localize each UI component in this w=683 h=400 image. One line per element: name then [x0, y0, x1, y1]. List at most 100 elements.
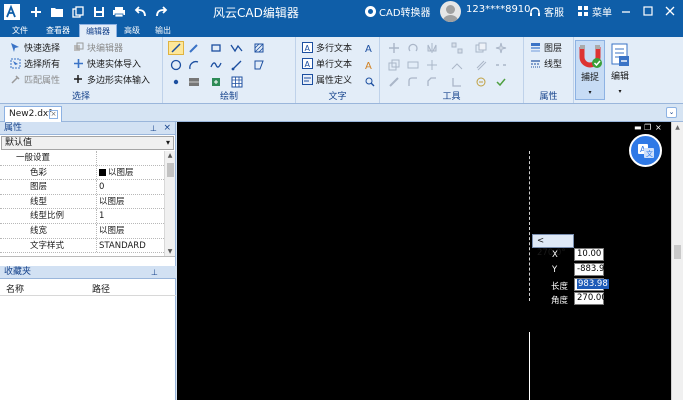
move-icon[interactable]	[386, 41, 402, 55]
snap-dropdown-icon[interactable]: ▾	[576, 89, 604, 96]
hatch-icon[interactable]	[251, 41, 267, 55]
property-category[interactable]: − 一般设置	[0, 151, 164, 166]
block-insert-icon[interactable]	[208, 75, 224, 89]
tab-output[interactable]: 输出	[149, 24, 177, 37]
scale-icon[interactable]	[386, 58, 402, 72]
scroll-down-icon[interactable]: ▼	[165, 248, 175, 255]
ray-icon[interactable]	[229, 58, 245, 72]
scroll-thumb[interactable]	[167, 163, 174, 177]
menu-button[interactable]: 菜单	[578, 4, 612, 19]
open-folder-icon[interactable]	[48, 3, 65, 20]
array-icon[interactable]	[449, 41, 465, 55]
region-icon[interactable]	[251, 58, 267, 72]
property-row[interactable]: 色彩 以图层	[0, 165, 164, 181]
properties-filter-combo[interactable]: 默认值 ▾	[1, 136, 174, 150]
edit-button[interactable]: 编辑 ▾	[605, 40, 635, 100]
text-style-icon[interactable]: A	[362, 41, 378, 55]
property-row[interactable]: 图层 0	[0, 180, 164, 195]
maximize-button[interactable]	[638, 2, 658, 20]
extend-icon[interactable]	[449, 58, 465, 72]
quick-entity-import-button[interactable]: 快速实体导入	[72, 56, 141, 71]
translate-icon[interactable]: A文	[629, 134, 662, 167]
point-icon[interactable]	[168, 75, 184, 89]
ribbon-collapse-icon[interactable]: ⌄	[666, 107, 677, 118]
erase-icon[interactable]	[386, 75, 402, 89]
arc-icon[interactable]	[186, 58, 202, 72]
pin-icon[interactable]: ⊥	[150, 123, 157, 135]
save-icon[interactable]	[90, 3, 107, 20]
explode-icon[interactable]	[493, 41, 509, 55]
canvas-close-icon[interactable]: ×	[655, 123, 662, 132]
quick-select-button[interactable]: 快速选择	[9, 40, 60, 55]
tab-viewer[interactable]: 查看器	[40, 24, 76, 37]
stext-button[interactable]: A 单行文本	[301, 56, 352, 71]
tab-advanced[interactable]: 高级	[118, 24, 146, 37]
property-row[interactable]: 线宽 以图层	[0, 224, 164, 239]
table-icon[interactable]	[229, 75, 245, 89]
break-icon[interactable]	[493, 58, 509, 72]
canvas-scroll-thumb[interactable]	[674, 245, 681, 259]
favorites-pin-icon[interactable]: ⊥	[151, 267, 158, 279]
doc-tab-close-icon[interactable]: ×	[49, 110, 58, 119]
service-button[interactable]: 客服	[529, 4, 564, 19]
copy-icon[interactable]	[69, 3, 86, 20]
length-input[interactable]: 983.98	[574, 278, 609, 291]
match-props-button[interactable]: 匹配属性	[9, 72, 60, 87]
stretch-icon[interactable]	[405, 58, 421, 72]
new-file-icon[interactable]	[27, 3, 44, 20]
mirror-icon[interactable]	[424, 41, 440, 55]
tab-editor[interactable]: 编辑器	[79, 24, 117, 37]
y-input[interactable]: -883.98	[574, 263, 610, 276]
polyline-icon[interactable]	[229, 41, 245, 55]
rotate-icon[interactable]	[405, 41, 421, 55]
angle-input[interactable]: 270.00	[574, 292, 607, 305]
trim-icon[interactable]	[424, 58, 440, 72]
fillet-icon[interactable]	[405, 75, 421, 89]
pencil-icon[interactable]	[186, 41, 202, 55]
app-logo-icon[interactable]	[3, 3, 20, 20]
text-edit-icon[interactable]: A	[362, 58, 378, 72]
mtext-button[interactable]: A 多行文本	[301, 40, 352, 55]
cad-converter-button[interactable]: CAD转换器	[365, 4, 431, 19]
copy-entity-icon[interactable]	[473, 41, 489, 55]
select-all-button[interactable]: 选择所有	[9, 56, 60, 71]
line-tool-icon[interactable]	[168, 41, 184, 55]
user-name[interactable]: 123****8910	[466, 4, 531, 15]
user-avatar[interactable]	[440, 1, 461, 22]
text-find-icon[interactable]	[362, 75, 378, 89]
tab-file[interactable]: 文件	[6, 24, 34, 37]
spline-icon[interactable]	[208, 58, 224, 72]
canvas-scroll-up-icon[interactable]: ▲	[672, 124, 683, 131]
layer-button[interactable]: 图层	[529, 40, 562, 55]
undo-icon[interactable]	[132, 3, 149, 20]
rectangle-icon[interactable]	[208, 41, 224, 55]
gradient-icon[interactable]	[186, 75, 202, 89]
linetype-button[interactable]: 线型	[529, 56, 562, 71]
canvas-minimize-icon[interactable]: ▬	[634, 123, 642, 132]
col-name-header[interactable]: 名称	[6, 282, 24, 295]
polygon-entity-import-button[interactable]: 多边形实体输入	[72, 72, 150, 87]
redo-icon[interactable]	[153, 3, 170, 20]
offset-icon[interactable]	[473, 58, 489, 72]
block-editor-button[interactable]: 块编辑器	[72, 40, 123, 55]
property-scrollbar[interactable]: ▲ ▼	[164, 151, 175, 256]
drawing-canvas[interactable]: ▬ ❐ × A文 < 270.0° X 10.00 Y -883.98 长度 9…	[177, 122, 671, 400]
property-row[interactable]: 线型比例 1	[0, 209, 164, 224]
x-input[interactable]: 10.00	[574, 248, 604, 261]
measure-icon[interactable]	[473, 75, 489, 89]
minimize-button[interactable]	[616, 2, 636, 20]
edit-dropdown-icon[interactable]: ▾	[605, 88, 635, 95]
canvas-restore-icon[interactable]: ❐	[644, 123, 651, 132]
chamfer-icon[interactable]	[424, 75, 440, 89]
scroll-up-icon[interactable]: ▲	[165, 152, 175, 159]
check-tool-icon[interactable]	[493, 75, 509, 89]
doc-tab-new2[interactable]: New2.dxf ×	[4, 106, 62, 122]
property-row[interactable]: 文字样式 STANDARD	[0, 238, 164, 254]
panel-close-icon[interactable]: ×	[163, 122, 171, 134]
snap-button[interactable]: 捕捉 ▾	[575, 40, 605, 100]
join-icon[interactable]	[449, 75, 465, 89]
print-icon[interactable]	[110, 3, 127, 20]
close-button[interactable]	[660, 2, 680, 20]
attdef-button[interactable]: 属性定义	[301, 72, 352, 87]
col-path-header[interactable]: 路径	[92, 282, 110, 295]
